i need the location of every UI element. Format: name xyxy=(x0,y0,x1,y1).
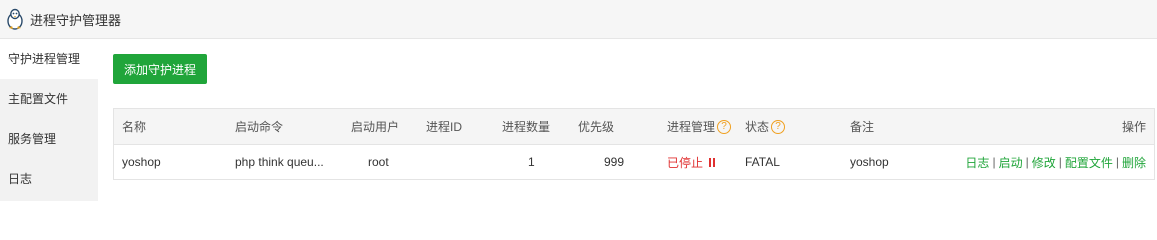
cell-command: php think queu... xyxy=(235,155,324,169)
header-status-label: 状态 xyxy=(745,120,770,134)
header-priority: 优先级 xyxy=(578,120,615,134)
log-link[interactable]: 日志 xyxy=(965,154,989,171)
sidebar-item-logs[interactable]: 日志 xyxy=(0,159,98,199)
separator: | xyxy=(1115,155,1119,169)
header-status: 状态 ? xyxy=(745,109,786,144)
cell-status: FATAL xyxy=(745,155,780,169)
sidebar-item-main-config[interactable]: 主配置文件 xyxy=(0,79,98,119)
header-manage: 进程管理 ? xyxy=(667,109,732,144)
cell-manage[interactable]: 已停止 xyxy=(667,145,716,179)
delete-link[interactable]: 删除 xyxy=(1122,154,1146,171)
separator: | xyxy=(1058,155,1062,169)
cell-priority: 999 xyxy=(604,155,625,169)
config-file-link[interactable]: 配置文件 xyxy=(1065,154,1113,171)
header-remark: 备注 xyxy=(850,120,875,134)
header-command: 启动命令 xyxy=(235,120,284,134)
add-daemon-button[interactable]: 添加守护进程 xyxy=(113,54,207,84)
pause-icon xyxy=(709,157,716,167)
cell-remark: yoshop xyxy=(850,155,889,169)
sidebar-item-daemon-management[interactable]: 守护进程管理 xyxy=(0,39,98,79)
separator: | xyxy=(1025,155,1029,169)
table-header: 名称 启动命令 启动用户 进程ID 进程数量 优先级 进程管理 ? 状态 ? 备… xyxy=(114,109,1154,145)
header-actions: 操作 xyxy=(1121,120,1146,134)
header-manage-label: 进程管理 xyxy=(667,120,716,134)
title-bar: 进程守护管理器 xyxy=(0,0,1157,39)
window-title: 进程守护管理器 xyxy=(30,12,122,28)
header-pid: 进程ID xyxy=(426,120,463,134)
edit-link[interactable]: 修改 xyxy=(1032,154,1056,171)
cell-count: 1 xyxy=(528,155,535,169)
table-row: yoshop php think queu... root 1 999 已停止 … xyxy=(114,145,1154,179)
cell-user: root xyxy=(368,155,389,169)
cell-actions: 日志 | 启动 | 修改 | 配置文件 | 删除 xyxy=(965,145,1146,179)
header-user: 启动用户 xyxy=(351,120,400,134)
sidebar: 守护进程管理 主配置文件 服务管理 日志 xyxy=(0,39,98,201)
start-link[interactable]: 启动 xyxy=(999,154,1023,171)
header-count: 进程数量 xyxy=(502,120,551,134)
separator: | xyxy=(992,155,996,169)
help-icon[interactable]: ? xyxy=(771,119,786,134)
header-name: 名称 xyxy=(122,120,147,134)
sidebar-item-label: 主配置文件 xyxy=(8,92,69,106)
sidebar-item-label: 守护进程管理 xyxy=(8,52,81,66)
sidebar-item-label: 日志 xyxy=(8,172,33,186)
cell-name: yoshop xyxy=(122,155,161,169)
status-stopped-label: 已停止 xyxy=(667,155,704,170)
help-icon[interactable]: ? xyxy=(717,119,732,134)
sidebar-item-label: 服务管理 xyxy=(8,132,57,146)
main-content: 添加守护进程 名称 启动命令 启动用户 进程ID 进程数量 优先级 进程管理 ?… xyxy=(98,39,1157,201)
sidebar-item-service-management[interactable]: 服务管理 xyxy=(0,119,98,159)
process-table: 名称 启动命令 启动用户 进程ID 进程数量 优先级 进程管理 ? 状态 ? 备… xyxy=(113,108,1155,180)
penguin-icon xyxy=(7,8,23,30)
